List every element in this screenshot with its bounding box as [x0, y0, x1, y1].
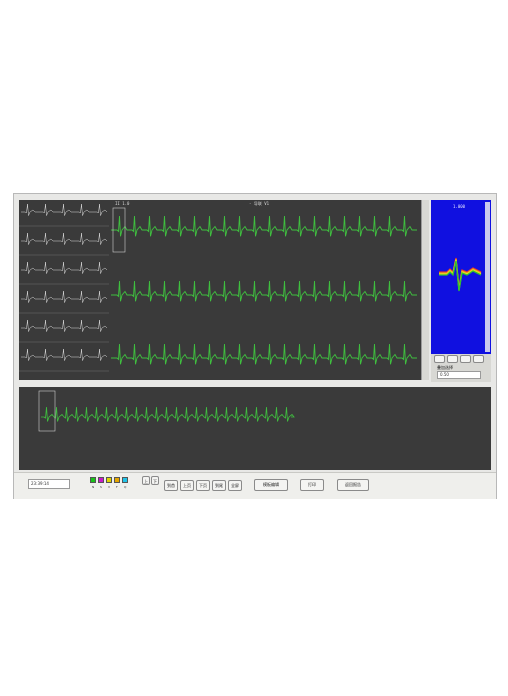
nav-full-button[interactable]: 全屏	[228, 480, 242, 491]
nav-full-label: 全屏	[231, 483, 239, 488]
print-button[interactable]: 打印	[300, 479, 324, 491]
beat-overlay-panel: 1.000	[431, 200, 491, 354]
beat-overlay-traces	[439, 257, 482, 292]
full-disclosure-panel[interactable]	[19, 387, 491, 470]
nav-prev-label: 上页	[183, 483, 191, 488]
orange-swatch[interactable]	[114, 477, 120, 483]
overlay-tool-2-button[interactable]	[447, 355, 458, 363]
thumbnail-trace-2	[21, 232, 108, 245]
small-down-button[interactable]: 下	[151, 476, 159, 485]
rhythm-strip-3	[111, 343, 417, 365]
overlay-controls: 叠加选择 0.50	[431, 354, 491, 382]
swatch-caption: V	[108, 485, 111, 489]
overlay-tool-1-button[interactable]	[434, 355, 445, 363]
nav-prev-button[interactable]: 上页	[180, 480, 194, 491]
swatch-caption: F	[116, 485, 118, 489]
rhythm-strip-traces	[111, 207, 417, 365]
ecg-analysis-window: II 1.0 - 导联 V1 1.000 叠加选择 0.50 23:39:14 …	[13, 193, 497, 499]
thumbnail-trace-6	[21, 348, 108, 361]
cyan-swatch[interactable]	[122, 477, 128, 483]
back-to-report-label: 返回报告	[345, 482, 361, 487]
nav-last-label: 到尾	[215, 483, 223, 488]
rhythm-strip-panel[interactable]: II 1.0 - 导联 V1	[109, 200, 421, 380]
small-up-button[interactable]: 上	[142, 476, 150, 485]
thumbnail-trace-3	[21, 261, 108, 274]
rhythm-strip-1	[111, 215, 417, 237]
time-value: 23:39:14	[31, 481, 49, 486]
nav-first-button[interactable]: 到首	[164, 480, 178, 491]
bottom-toolbar: 23:39:14 N S V F Q 上 下 到首 上页 下页 到尾 全屏 模板编辑 打…	[14, 472, 496, 499]
yellow-swatch[interactable]	[106, 477, 112, 483]
swatch-caption: S	[100, 485, 102, 489]
small-up-label: 上	[144, 479, 148, 484]
main-scrollbar[interactable]	[421, 200, 429, 380]
template-edit-label: 模板编辑	[263, 482, 279, 487]
nav-next-button[interactable]: 下页	[196, 480, 210, 491]
print-label: 打印	[308, 482, 316, 487]
nav-last-button[interactable]: 到尾	[212, 480, 226, 491]
rhythm-strip-2	[111, 280, 417, 302]
overlay-tool-4-button[interactable]	[473, 355, 484, 363]
swatch-caption: Q	[124, 485, 127, 489]
thumbnail-trace-5	[21, 319, 108, 332]
small-down-label: 下	[153, 479, 157, 484]
thumbnail-trace-4	[21, 290, 108, 303]
nav-next-label: 下页	[199, 483, 207, 488]
overlay-beat-trace-4	[439, 260, 482, 292]
nav-first-label: 到首	[167, 483, 175, 488]
thumbnail-trace-1	[21, 203, 108, 216]
magenta-swatch[interactable]	[98, 477, 104, 483]
overlay-dropdown-value: 0.50	[440, 372, 449, 377]
back-to-report-button[interactable]: 返回报告	[337, 479, 369, 491]
template-edit-button[interactable]: 模板编辑	[254, 479, 288, 491]
overlay-tool-3-button[interactable]	[460, 355, 471, 363]
swatch-caption: N	[92, 485, 95, 489]
overlay-dropdown[interactable]: 0.50	[437, 371, 481, 379]
full-disclosure-trace	[38, 390, 295, 432]
thumbnail-traces	[19, 203, 109, 372]
template-thumbnail-panel[interactable]	[19, 200, 110, 380]
green-swatch[interactable]	[90, 477, 96, 483]
full-disclosure-trace-line	[41, 406, 295, 422]
time-field[interactable]: 23:39:14	[28, 479, 70, 489]
